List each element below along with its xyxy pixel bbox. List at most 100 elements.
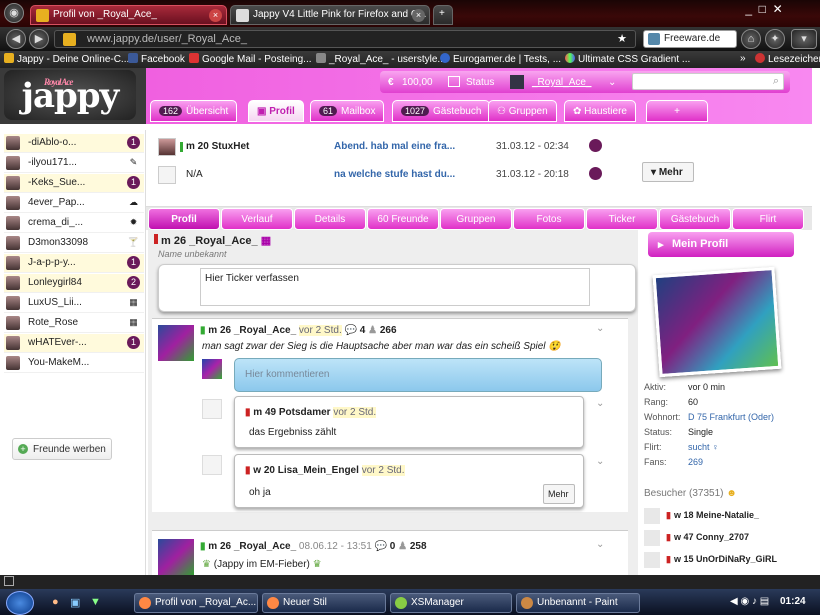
nav-tab-gaestebuch[interactable]: 1027 Gästebuch xyxy=(392,100,491,122)
url-bar[interactable]: www.jappy.de/user/_Royal_Ace_ ★ xyxy=(54,30,636,48)
friend-name[interactable]: 4ever_Pap... xyxy=(28,197,85,208)
my-profile-button[interactable]: ▸ Mein Profil xyxy=(648,232,794,257)
home-icon[interactable]: ⌂ xyxy=(741,29,761,49)
message-preview[interactable]: Abend. hab mal eine fra... xyxy=(334,141,455,152)
friend-item[interactable]: -ilyou171... ✎ xyxy=(4,154,144,173)
start-button[interactable] xyxy=(6,591,34,615)
visitors-heading[interactable]: Besucher (37351) ☻ xyxy=(644,488,737,499)
friend-item[interactable]: 4ever_Pap... ☁ xyxy=(4,194,144,213)
nav-tab-add[interactable]: + xyxy=(646,100,708,122)
search-input[interactable]: Freeware.de xyxy=(643,30,737,48)
tab-ticker[interactable]: Ticker xyxy=(586,208,658,230)
more-replies-button[interactable]: Mehr xyxy=(543,484,575,504)
friend-item[interactable]: D3mon33098 🍸 xyxy=(4,234,144,253)
reply-author[interactable]: w 20 Lisa_Mein_Engel xyxy=(253,465,359,476)
post-author[interactable]: m 26 _Royal_Ace_ xyxy=(208,541,296,552)
back-icon[interactable]: ◀ xyxy=(6,29,26,49)
avatar[interactable] xyxy=(158,539,194,575)
detail-value[interactable]: 269 xyxy=(688,457,703,467)
friend-name[interactable]: Lonleygirl84 xyxy=(28,277,82,288)
bookmark-star-icon[interactable]: ★ xyxy=(617,32,627,45)
chevron-down-icon[interactable]: ⌄ xyxy=(596,539,604,550)
visitor-name[interactable]: w 15 UnOrDiNaRy_GiRL xyxy=(674,554,777,564)
detail-value[interactable]: D 75 Frankfurt (Oder) xyxy=(688,412,774,422)
chevron-down-icon[interactable]: ⌄ xyxy=(608,77,616,88)
message-preview[interactable]: na welche stufe hast du... xyxy=(334,169,455,180)
friend-item[interactable]: wHATEver-... 1 xyxy=(4,334,144,353)
addon-icon[interactable]: ✦ xyxy=(765,29,785,49)
tab-gästebuch[interactable]: Gästebuch xyxy=(659,208,731,230)
tab-profil[interactable]: Profil von _Royal_Ace_ × xyxy=(30,5,227,25)
app-quicklaunch-icon[interactable]: ▼ xyxy=(90,596,101,608)
friend-name[interactable]: wHATEver-... xyxy=(28,337,87,348)
chevron-down-icon[interactable]: ⌄ xyxy=(596,398,604,409)
visitor-name[interactable]: w 47 Conny_2707 xyxy=(674,532,749,542)
username-link[interactable]: _Royal_Ace_ xyxy=(532,77,591,88)
close-icon[interactable]: × xyxy=(209,9,222,22)
post-author[interactable]: m 26 _Royal_Ace_ xyxy=(208,325,296,336)
bookmark-item[interactable]: Jappy - Deine Online-C... xyxy=(4,53,129,65)
close-icon[interactable]: × xyxy=(412,9,425,22)
window-controls[interactable]: _ □ ✕ xyxy=(742,2,820,22)
tab-fotos[interactable]: Fotos xyxy=(513,208,585,230)
site-search-input[interactable]: ⌕ xyxy=(632,73,784,90)
nav-tab-profil[interactable]: ▣ Profil xyxy=(248,100,304,122)
desktop-quicklaunch-icon[interactable]: ▣ xyxy=(70,596,80,609)
bookmark-item[interactable]: Google Mail - Posteing... xyxy=(189,53,312,65)
coins-value[interactable]: 100,00 xyxy=(402,77,433,88)
ticker-input[interactable]: Hier Ticker verfassen xyxy=(200,268,590,306)
friend-item[interactable]: Lonleygirl84 2 xyxy=(4,274,144,293)
taskbar-item[interactable]: XSManager xyxy=(390,593,512,613)
message-sender[interactable]: m 20 StuxHet xyxy=(186,141,249,152)
bookmark-item[interactable]: _Royal_Ace_ - userstyle... xyxy=(316,53,446,65)
bookmarks-overflow-icon[interactable]: » xyxy=(740,53,746,64)
chevron-down-icon[interactable]: ⌄ xyxy=(596,456,604,467)
tab-jappy-style[interactable]: Jappy V4 Little Pink for Firefox and C..… xyxy=(230,5,430,25)
bookmark-item[interactable]: Ultimate CSS Gradient ... xyxy=(565,53,690,65)
tab-details[interactable]: Details xyxy=(294,208,366,230)
new-tab-button[interactable]: + xyxy=(433,5,453,25)
friend-item[interactable]: -Keks_Sue... 1 xyxy=(4,174,144,193)
friend-name[interactable]: You-MakeM... xyxy=(28,357,89,368)
nav-tab-haustiere[interactable]: ✿ Haustiere xyxy=(564,100,636,122)
friend-item[interactable]: Rote_Rose ▦ xyxy=(4,314,144,333)
friend-name[interactable]: D3mon33098 xyxy=(28,237,88,248)
friend-name[interactable]: -diAblo-o... xyxy=(28,137,76,148)
detail-value[interactable]: sucht ♀ xyxy=(688,442,719,452)
firefox-menu-icon[interactable]: ◉ xyxy=(4,3,24,23)
avatar[interactable] xyxy=(158,325,194,361)
friend-item[interactable]: You-MakeM... xyxy=(4,354,144,373)
message-row[interactable]: N/A na welche stufe hast du... 31.03.12 … xyxy=(156,164,616,188)
invite-friends-button[interactable]: + Freunde werben xyxy=(12,438,112,460)
nav-tab-uebersicht[interactable]: 162 Übersicht xyxy=(150,100,238,122)
nav-tab-mailbox[interactable]: 61 Mailbox xyxy=(310,100,385,122)
tab-profil[interactable]: Profil xyxy=(148,208,220,230)
visitor-item[interactable]: ▮ w 18 Meine-Natalie_ xyxy=(644,506,794,526)
comment-input[interactable]: Hier kommentieren xyxy=(234,358,602,392)
taskbar-item[interactable]: Neuer Stil xyxy=(262,593,386,613)
chevron-down-icon[interactable]: ⌄ xyxy=(596,323,604,334)
nav-tab-gruppen[interactable]: ⚇ Gruppen xyxy=(488,100,557,122)
friend-name[interactable]: LuxUS_Lii... xyxy=(28,297,82,308)
bookmark-item[interactable]: Facebook xyxy=(128,53,185,65)
friend-name[interactable]: -ilyou171... xyxy=(28,157,77,168)
taskbar-item[interactable]: Unbenannt - Paint xyxy=(516,593,640,613)
bookmark-item[interactable]: Eurogamer.de | Tests, ... xyxy=(440,53,561,65)
tab-verlauf[interactable]: Verlauf xyxy=(221,208,293,230)
friend-item[interactable]: crema_di_... ✹ xyxy=(4,214,144,233)
comment-count[interactable]: 0 xyxy=(390,541,396,552)
friend-name[interactable]: J-a-p-p-y... xyxy=(28,257,76,268)
more-messages-button[interactable]: ▾ Mehr xyxy=(642,162,694,182)
friend-name[interactable]: crema_di_... xyxy=(28,217,83,228)
friend-item[interactable]: LuxUS_Lii... ▦ xyxy=(4,294,144,313)
friend-name[interactable]: Rote_Rose xyxy=(28,317,78,328)
tab-flirt[interactable]: Flirt xyxy=(732,208,804,230)
message-row[interactable]: m 20 StuxHet Abend. hab mal eine fra... … xyxy=(156,136,616,160)
friend-item[interactable]: J-a-p-p-y... 1 xyxy=(4,254,144,273)
tab-60-freunde[interactable]: 60 Freunde xyxy=(367,208,439,230)
bookmark-item[interactable]: Lesezeichen xyxy=(755,53,820,65)
friend-name[interactable]: -Keks_Sue... xyxy=(28,177,85,188)
jappy-logo[interactable]: Royal Ace jappy xyxy=(4,70,136,120)
reply-author[interactable]: m 49 Potsdamer xyxy=(253,407,330,418)
visitor-item[interactable]: ▮ w 15 UnOrDiNaRy_GiRL xyxy=(644,550,794,570)
